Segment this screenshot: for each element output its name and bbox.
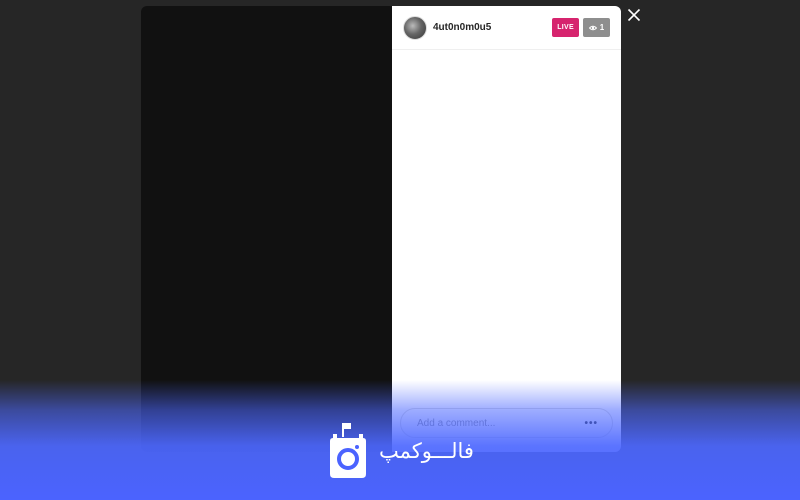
- viewer-count: 1: [599, 23, 605, 32]
- live-video[interactable]: [141, 6, 392, 452]
- avatar[interactable]: [403, 15, 427, 40]
- watermark-brand: فالـــوکمپ: [329, 422, 474, 480]
- brand-logo-icon: [330, 423, 366, 478]
- username[interactable]: 4ut0n0m0u5: [433, 22, 552, 33]
- viewer-count-badge[interactable]: 1: [583, 18, 610, 37]
- live-badge: LIVE: [552, 18, 579, 37]
- brand-name: فالـــوکمپ: [379, 439, 474, 463]
- eye-icon: [588, 25, 597, 30]
- more-icon[interactable]: •••: [584, 418, 598, 429]
- close-icon[interactable]: [627, 8, 641, 22]
- stream-header: 4ut0n0m0u5 LIVE 1: [392, 6, 621, 50]
- live-stream-viewer: 4ut0n0m0u5 LIVE 1 •••: [0, 0, 800, 500]
- side-panel: 4ut0n0m0u5 LIVE 1 •••: [392, 6, 621, 452]
- live-modal: 4ut0n0m0u5 LIVE 1 •••: [141, 6, 621, 452]
